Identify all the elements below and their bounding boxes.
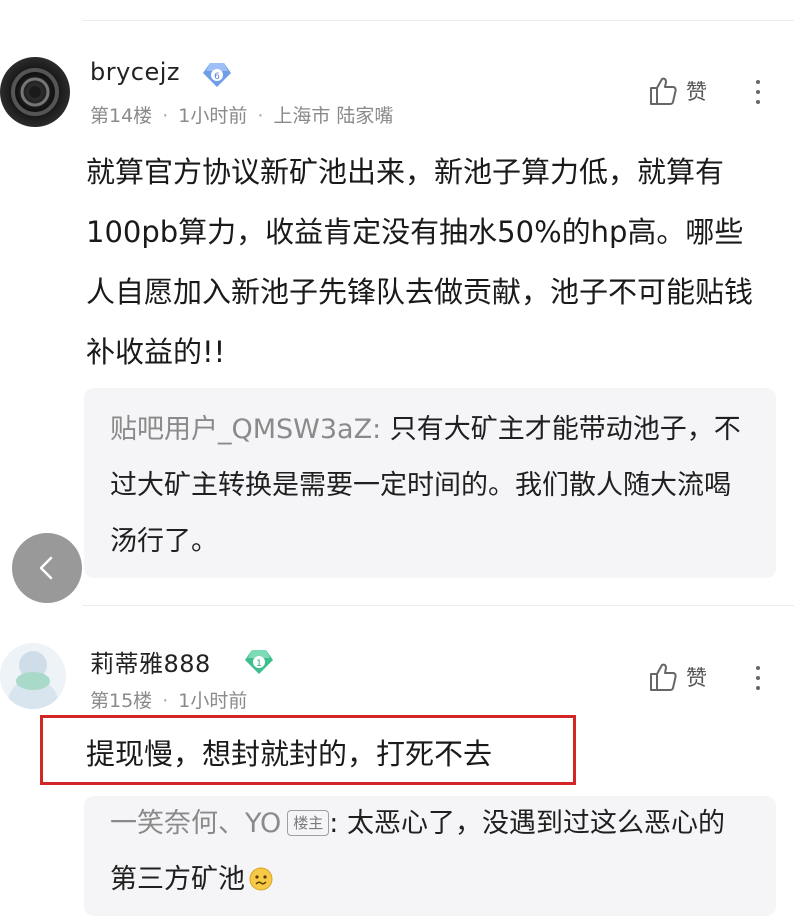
back-button[interactable] (12, 533, 82, 603)
like-label: 赞 (686, 80, 707, 104)
reply-item: 一笑奈何、YO 楼主: 太恶心了，没遇到过这么恶心的第三方矿池 (110, 796, 746, 908)
more-options-icon[interactable] (748, 80, 768, 104)
reply-box[interactable]: 贴吧用户_QMSW3aZ: 只有大矿主才能带动池子，不过大矿主转换是需要一定时间… (84, 388, 776, 578)
reply-item: 贴吧用户_QMSW3aZ: 只有大矿主才能带动池子，不过大矿主转换是需要一定时间… (110, 402, 746, 570)
confused-face-emoji-icon (249, 855, 273, 891)
like-button[interactable]: 赞 (648, 662, 707, 692)
thumbs-up-icon (650, 77, 677, 105)
comment-content: 就算官方协议新矿池出来，新池子算力低，就算有100pb算力，收益肯定没有抽水50… (86, 155, 754, 369)
post-time: 1小时前 (178, 690, 248, 712)
floor-number: 第15楼 (90, 690, 153, 712)
badge-level-text: 6 (214, 72, 220, 82)
comment-meta: 第15楼 · 1小时前 (90, 686, 247, 713)
more-options-icon[interactable] (748, 666, 768, 690)
reply-box[interactable]: 一笑奈何、YO 楼主: 太恶心了，没遇到过这么恶心的第三方矿池 (84, 796, 776, 916)
reply-username[interactable]: 一笑奈何、YO (110, 808, 281, 839)
comment-floor-14: brycejz 6 第14楼 · 1小时前 · 上海市 陆家嘴 赞 就算官方协议新矿池出… (0, 0, 794, 600)
username[interactable]: brycejz (90, 58, 180, 86)
level-badge-icon: 6 (202, 62, 232, 92)
thread-owner-tag: 楼主 (287, 810, 330, 836)
thumbs-up-icon (650, 663, 677, 691)
post-time: 1小时前 (178, 105, 248, 127)
reply-username[interactable]: 贴吧用户_QMSW3aZ: (110, 414, 381, 445)
comment-meta: 第14楼 · 1小时前 · 上海市 陆家嘴 (90, 101, 393, 128)
like-button[interactable]: 赞 (648, 76, 707, 106)
location: 上海市 陆家嘴 (273, 105, 394, 127)
highlight-annotation-box (40, 715, 576, 785)
like-label: 赞 (686, 666, 707, 690)
floor-number: 第14楼 (90, 105, 153, 127)
chevron-left-icon (39, 556, 53, 580)
level-badge-icon: 1 (244, 649, 274, 679)
badge-level-text: 1 (256, 659, 262, 669)
avatar[interactable] (0, 643, 66, 709)
avatar[interactable] (0, 57, 70, 127)
username[interactable]: 莉蒂雅888 (90, 644, 211, 679)
